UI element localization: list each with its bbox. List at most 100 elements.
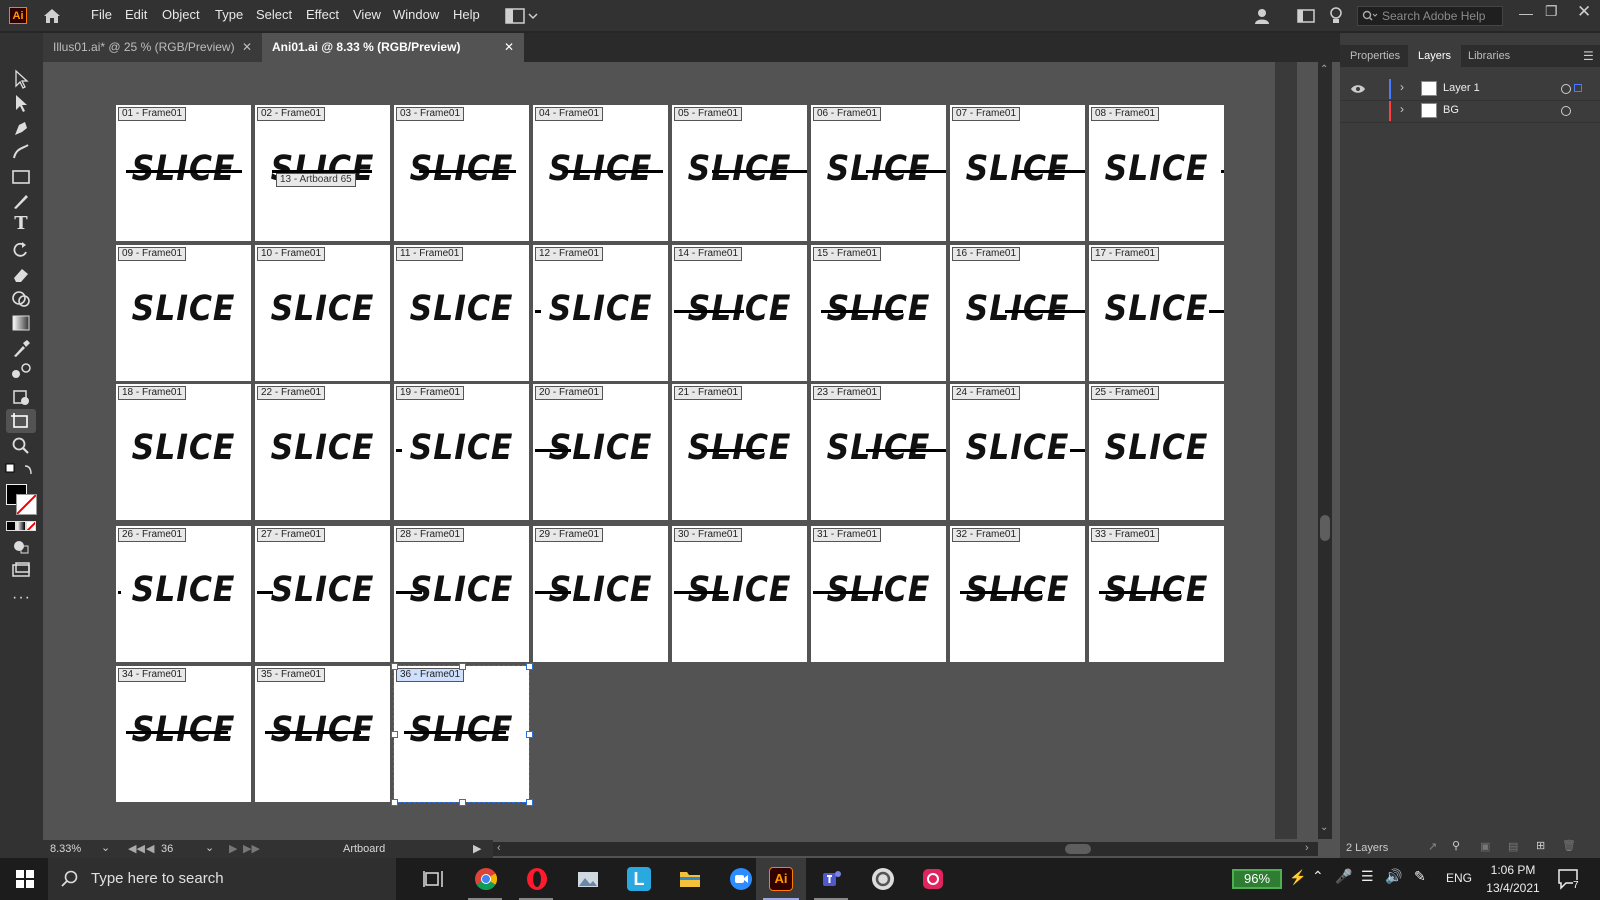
photos-icon[interactable] xyxy=(576,867,600,891)
zoom-dropdown-icon[interactable]: ⌄ xyxy=(101,841,110,854)
artboard[interactable]: 01 - Frame01 SLICE xyxy=(116,105,251,241)
menu-object[interactable]: Object xyxy=(162,7,200,22)
artboard-label[interactable]: 27 - Frame01 xyxy=(257,528,326,542)
tab-ani01[interactable]: Ani01.ai @ 8.33 % (RGB/Preview) ✕ xyxy=(262,33,524,62)
curvature-tool-icon[interactable] xyxy=(10,142,32,162)
lightbulb-icon[interactable] xyxy=(1329,6,1343,26)
rectangle-tool-icon[interactable] xyxy=(10,167,32,187)
vertical-scroll-thumb[interactable] xyxy=(1320,515,1330,541)
artboard[interactable]: 05 - Frame01 SLICE xyxy=(672,105,807,241)
artboard-label[interactable]: 35 - Frame01 xyxy=(257,668,326,682)
artboard[interactable]: 19 - Frame01 SLICE xyxy=(394,384,529,520)
plug-icon[interactable]: ⚡ xyxy=(1289,869,1306,886)
artboard-label[interactable]: 11 - Frame01 xyxy=(396,247,464,261)
paintbrush-tool-icon[interactable] xyxy=(10,191,32,211)
layer-name[interactable]: BG xyxy=(1443,104,1459,116)
artboard[interactable]: 07 - Frame01 SLICE xyxy=(950,105,1085,241)
artboard-number-field[interactable]: 36 xyxy=(161,843,173,855)
delete-layer-icon[interactable]: 🗑 xyxy=(1562,839,1576,852)
taskbar-search-box[interactable]: Type here to search xyxy=(48,858,396,900)
lingvist-icon[interactable]: L xyxy=(627,867,651,891)
artboard-label[interactable]: 21 - Frame01 xyxy=(674,386,743,400)
restore-icon[interactable]: ❐ xyxy=(1545,3,1558,20)
tab-illus01[interactable]: Illus01.ai* @ 25 % (RGB/Preview) ✕ xyxy=(43,33,262,62)
wifi-icon[interactable]: ☰ xyxy=(1361,868,1374,885)
pen-tool-icon[interactable] xyxy=(10,118,32,138)
system-clock[interactable]: 1:06 PM 13/4/2021 xyxy=(1478,861,1548,897)
artboard-label[interactable]: 04 - Frame01 xyxy=(535,107,604,121)
zoom-level[interactable]: 8.33% xyxy=(50,843,81,855)
status-menu-icon[interactable]: ▶ xyxy=(473,842,481,855)
artboard-label[interactable]: 26 - Frame01 xyxy=(118,528,187,542)
menu-help[interactable]: Help xyxy=(453,7,480,22)
layer-row-layer-1[interactable]: › Layer 1 xyxy=(1340,78,1600,101)
file-explorer-icon[interactable] xyxy=(678,867,702,891)
last-artboard-icon[interactable]: ▶▶ xyxy=(243,842,260,855)
document-canvas[interactable]: 01 - Frame01 SLICE 02 - Frame01 SLICE 03 - F… xyxy=(43,62,1297,839)
next-artboard-icon[interactable]: ▶ xyxy=(229,842,237,855)
menu-edit[interactable]: Edit xyxy=(125,7,147,22)
artboard[interactable]: 30 - Frame01 SLICE xyxy=(672,526,807,662)
panel-menu-icon[interactable]: ☰ xyxy=(1583,49,1594,63)
blend-tool-icon[interactable] xyxy=(10,362,32,382)
selection-tool-icon[interactable] xyxy=(10,69,32,89)
artboard[interactable]: 27 - Frame01 SLICE xyxy=(255,526,390,662)
new-sublayer-icon[interactable]: ▤ xyxy=(1508,840,1518,853)
layer-name[interactable]: Layer 1 xyxy=(1443,82,1480,94)
search-help-input[interactable]: Search Adobe Help xyxy=(1357,6,1503,26)
artboard[interactable]: 23 - Frame01 SLICE xyxy=(811,384,946,520)
close-window-icon[interactable]: ✕ xyxy=(1577,2,1591,22)
input-language[interactable]: ENG xyxy=(1446,871,1472,885)
type-tool-icon[interactable]: T xyxy=(10,213,32,234)
horizontal-scrollbar[interactable]: ‹ › xyxy=(493,842,1318,856)
task-view-icon[interactable] xyxy=(421,867,445,891)
opera-icon[interactable] xyxy=(525,867,549,891)
artboard[interactable]: 21 - Frame01 SLICE xyxy=(672,384,807,520)
selection-handle[interactable] xyxy=(391,663,398,670)
locate-object-icon[interactable]: ⚲ xyxy=(1452,839,1460,852)
eyedropper-tool-icon[interactable] xyxy=(10,338,32,358)
direct-selection-tool-icon[interactable] xyxy=(10,93,32,113)
user-account-icon[interactable] xyxy=(1252,6,1272,26)
volume-icon[interactable]: 🔊 xyxy=(1385,868,1402,885)
tab-properties[interactable]: Properties xyxy=(1340,45,1410,67)
artboard[interactable]: 08 - Frame01 SLICE xyxy=(1089,105,1224,241)
artboard[interactable]: 28 - Frame01 SLICE xyxy=(394,526,529,662)
artboard[interactable]: 20 - Frame01 SLICE xyxy=(533,384,668,520)
microphone-icon[interactable]: 🎤 xyxy=(1335,868,1352,885)
selection-handle[interactable] xyxy=(391,799,398,806)
tab-libraries[interactable]: Libraries xyxy=(1458,45,1520,67)
illustrator-taskbar-icon[interactable]: Ai xyxy=(769,867,793,891)
artboard[interactable]: 06 - Frame01 SLICE xyxy=(811,105,946,241)
rotate-tool-icon[interactable] xyxy=(10,240,32,260)
artboard[interactable]: 35 - Frame01 SLICE xyxy=(255,666,390,802)
artboard[interactable]: 16 - Frame01 SLICE xyxy=(950,245,1085,381)
draw-mode-icon[interactable] xyxy=(10,536,32,556)
selection-handle[interactable] xyxy=(526,799,533,806)
zoom-icon[interactable] xyxy=(729,867,753,891)
scroll-down-icon[interactable]: ⌄ xyxy=(1320,822,1328,833)
windows-start-icon[interactable] xyxy=(15,869,35,889)
workspace-switcher-icon[interactable] xyxy=(505,7,541,25)
artboard[interactable]: 11 - Frame01 SLICE xyxy=(394,245,529,381)
selection-indicator[interactable] xyxy=(1574,84,1582,92)
symbol-sprayer-tool-icon[interactable] xyxy=(10,387,32,407)
selection-handle[interactable] xyxy=(526,663,533,670)
screen-mode-icon[interactable] xyxy=(10,560,32,580)
zoom-tool-icon[interactable] xyxy=(10,436,32,456)
artboard-label[interactable]: 16 - Frame01 xyxy=(952,247,1021,261)
selection-handle[interactable] xyxy=(391,731,398,738)
artboard[interactable]: 12 - Frame01 SLICE xyxy=(533,245,668,381)
artboard-label[interactable]: 10 - Frame01 xyxy=(257,247,326,261)
artboard[interactable]: 32 - Frame01 SLICE xyxy=(950,526,1085,662)
artboard-label[interactable]: 02 - Frame01 xyxy=(257,107,326,121)
artboard[interactable]: 26 - Frame01 SLICE xyxy=(116,526,251,662)
target-circle-icon[interactable] xyxy=(1561,106,1571,116)
artboard-label[interactable]: 15 - Frame01 xyxy=(813,247,882,261)
artboard[interactable]: 09 - Frame01 SLICE xyxy=(116,245,251,381)
home-icon[interactable] xyxy=(41,5,63,27)
color-mode-buttons[interactable] xyxy=(6,521,36,531)
gradient-tool-icon[interactable] xyxy=(10,313,32,333)
artboard-label[interactable]: 31 - Frame01 xyxy=(813,528,882,542)
artboard-label[interactable]: 18 - Frame01 xyxy=(118,386,187,400)
